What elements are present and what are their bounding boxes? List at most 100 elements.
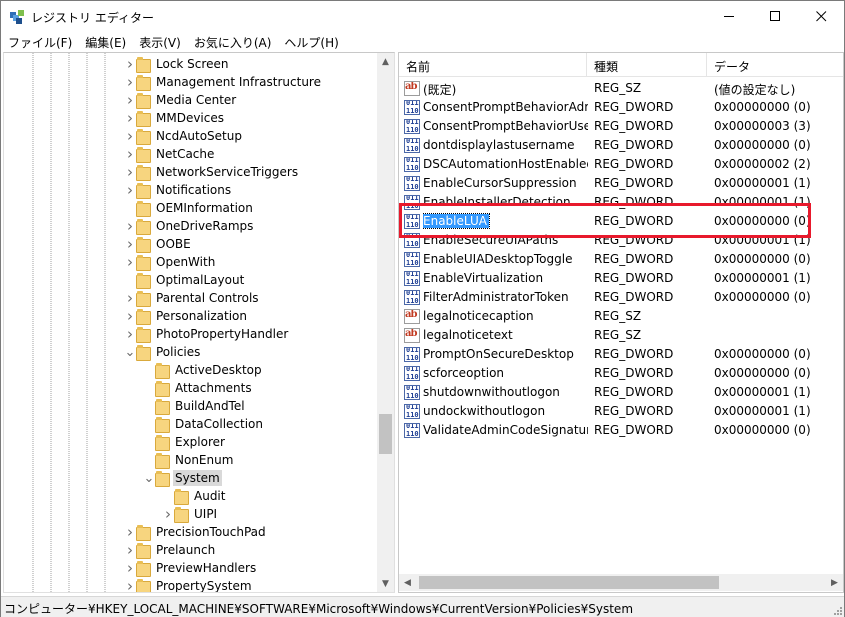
tree-item[interactable]: › Prelaunch: [124, 541, 217, 559]
chevron-right-icon[interactable]: ›: [124, 577, 136, 592]
tree-item[interactable]: › OOBE: [124, 235, 193, 253]
scroll-left-arrow-icon[interactable]: ◀: [399, 574, 416, 591]
tree-item[interactable]: › PrecisionTouchPad: [124, 523, 268, 541]
chevron-right-icon[interactable]: ›: [124, 73, 136, 91]
scroll-thumb[interactable]: [379, 414, 392, 454]
value-row[interactable]: 011 110 EnableInstallerDetection REG_DWORD…: [399, 193, 843, 212]
tree-item[interactable]: › OneDriveRamps: [124, 217, 255, 235]
tree-item[interactable]: › OpenWith: [124, 253, 217, 271]
menu-help[interactable]: ヘルプ(H): [277, 32, 344, 51]
minimize-button[interactable]: [706, 1, 752, 31]
chevron-right-icon[interactable]: ›: [124, 235, 136, 253]
value-row[interactable]: 011 110 ValidateAdminCodeSignatures REG_DW…: [399, 421, 843, 440]
tree-item[interactable]: › Notifications: [124, 181, 233, 199]
value-row[interactable]: 011 110 shutdownwithoutlogon REG_DWORD 0x00…: [399, 383, 843, 402]
resize-grip-icon[interactable]: [832, 605, 842, 615]
chevron-right-icon[interactable]: ›: [124, 307, 136, 325]
tree-item[interactable]: Attachments: [143, 379, 254, 397]
tree-item[interactable]: › NcdAutoSetup: [124, 127, 244, 145]
tree-item[interactable]: OptimalLayout: [124, 271, 246, 289]
chevron-right-icon[interactable]: ›: [124, 217, 136, 235]
value-row[interactable]: ab (既定) REG_SZ (値の設定なし): [399, 79, 843, 98]
dword-value-icon: 011 110: [404, 157, 420, 172]
folder-icon: [136, 182, 151, 199]
value-row[interactable]: 011 110ConsentPromptBehaviorAdmin REG_DWO…: [399, 98, 843, 117]
menu-file[interactable]: ファイル(F): [1, 32, 78, 51]
value-row[interactable]: ab legalnoticetext REG_SZ: [399, 326, 843, 345]
tree-item[interactable]: › NetCache: [124, 145, 216, 163]
chevron-right-icon[interactable]: ›: [124, 145, 136, 163]
value-row[interactable]: 011 110 PromptOnSecureDesktop REG_DWORD 0x0…: [399, 345, 843, 364]
chevron-right-icon[interactable]: ›: [124, 325, 136, 343]
tree-item[interactable]: Explorer: [143, 433, 227, 451]
menu-favorites[interactable]: お気に入り(A): [187, 32, 278, 51]
scroll-down-arrow-icon[interactable]: ▼: [377, 575, 394, 592]
folder-icon: [155, 470, 170, 487]
value-row[interactable]: 011 110 EnableSecureUIAPaths REG_DWORD 0x00…: [399, 231, 843, 250]
tree-item[interactable]: DataCollection: [143, 415, 265, 433]
chevron-right-icon[interactable]: ›: [124, 541, 136, 559]
list-horizontal-scrollbar[interactable]: ◀ ▶: [399, 574, 843, 591]
scroll-up-arrow-icon[interactable]: ▲: [377, 53, 394, 70]
tree-item[interactable]: › Media Center: [124, 91, 238, 109]
tree-vertical-scrollbar[interactable]: ▲ ▼: [377, 53, 394, 592]
value-row[interactable]: 011 110 FilterAdministratorToken REG_DWORD…: [399, 288, 843, 307]
tree-item[interactable]: › MMDevices: [124, 109, 226, 127]
tree-item[interactable]: › UIPI: [162, 505, 219, 523]
chevron-right-icon[interactable]: ›: [124, 559, 136, 577]
dword-value-icon: 011 110: [404, 290, 420, 305]
maximize-button[interactable]: [752, 1, 798, 31]
chevron-right-icon[interactable]: ›: [124, 253, 136, 271]
tree-item-label: OOBE: [156, 237, 191, 251]
tree-item[interactable]: › Management Infrastructure: [124, 73, 323, 91]
tree-item[interactable]: › PreviewHandlers: [124, 559, 258, 577]
tree-item[interactable]: ⌄ System: [143, 469, 222, 487]
values-list-pane[interactable]: 名前 種類 データ ab (既定) REG_SZ (値の設定なし) 011 110 Con…: [398, 52, 844, 593]
chevron-right-icon[interactable]: ›: [124, 55, 136, 73]
tree-item[interactable]: › Personalization: [124, 307, 249, 325]
tree-item[interactable]: › PhotoPropertyHandler: [124, 325, 290, 343]
value-row[interactable]: 011 110 undockwithoutlogon REG_DWORD 0x0000…: [399, 402, 843, 421]
chevron-right-icon[interactable]: ›: [124, 181, 136, 199]
chevron-right-icon[interactable]: ›: [124, 91, 136, 109]
chevron-right-icon[interactable]: ›: [124, 109, 136, 127]
chevron-right-icon[interactable]: ›: [162, 505, 174, 523]
tree-item[interactable]: ⌄ Policies: [124, 343, 202, 361]
tree-item[interactable]: › PropertySystem: [124, 577, 254, 592]
value-row[interactable]: 011 110 EnableUIADesktopToggle REG_DWORD 0x…: [399, 250, 843, 269]
value-row[interactable]: 011 110 DSCAutomationHostEnabled REG_DWORD…: [399, 155, 843, 174]
chevron-right-icon[interactable]: ›: [124, 127, 136, 145]
value-row[interactable]: 011 110 ConsentPromptBehaviorUser REG_DWOR…: [399, 117, 843, 136]
tree-item[interactable]: › NetworkServiceTriggers: [124, 163, 300, 181]
column-header-name[interactable]: 名前: [399, 53, 587, 77]
column-header-data[interactable]: データ: [707, 53, 843, 77]
scroll-thumb[interactable]: [419, 576, 719, 589]
value-row[interactable]: 011 110 EnableLUA REG_DWORD 0x00000000 (0): [399, 212, 843, 231]
tree-item[interactable]: Audit: [162, 487, 227, 505]
tree-item[interactable]: OEMInformation: [124, 199, 255, 217]
tree-item[interactable]: › Parental Controls: [124, 289, 261, 307]
title-bar[interactable]: レジストリ エディター: [1, 1, 844, 32]
chevron-down-icon[interactable]: ⌄: [143, 469, 155, 487]
registry-editor-icon: [10, 10, 24, 24]
column-header-type[interactable]: 種類: [587, 53, 707, 77]
value-row[interactable]: 011 110 dontdisplaylastusername REG_DWORD 0…: [399, 136, 843, 155]
key-tree-pane[interactable]: › Lock Screen › Management Infrastructure › M…: [3, 52, 395, 593]
value-row[interactable]: 011 110 scforceoption REG_DWORD 0x00000000 …: [399, 364, 843, 383]
tree-item[interactable]: NonEnum: [143, 451, 235, 469]
chevron-right-icon[interactable]: ›: [124, 289, 136, 307]
chevron-down-icon[interactable]: ⌄: [124, 343, 136, 361]
value-row[interactable]: ab legalnoticecaption REG_SZ: [399, 307, 843, 326]
close-button[interactable]: [798, 1, 844, 31]
value-row[interactable]: 011 110 EnableCursorSuppression REG_DWORD 0…: [399, 174, 843, 193]
menu-view[interactable]: 表示(V): [132, 32, 187, 51]
chevron-right-icon[interactable]: ›: [124, 523, 136, 541]
scroll-right-arrow-icon[interactable]: ▶: [826, 574, 843, 591]
value-row[interactable]: 011 110 EnableVirtualization REG_DWORD 0x00…: [399, 269, 843, 288]
chevron-right-icon[interactable]: ›: [124, 163, 136, 181]
menu-edit[interactable]: 編集(E): [78, 32, 132, 51]
tree-item[interactable]: › Lock Screen: [124, 55, 230, 73]
tree-item[interactable]: ActiveDesktop: [143, 361, 264, 379]
tree-item[interactable]: BuildAndTel: [143, 397, 247, 415]
